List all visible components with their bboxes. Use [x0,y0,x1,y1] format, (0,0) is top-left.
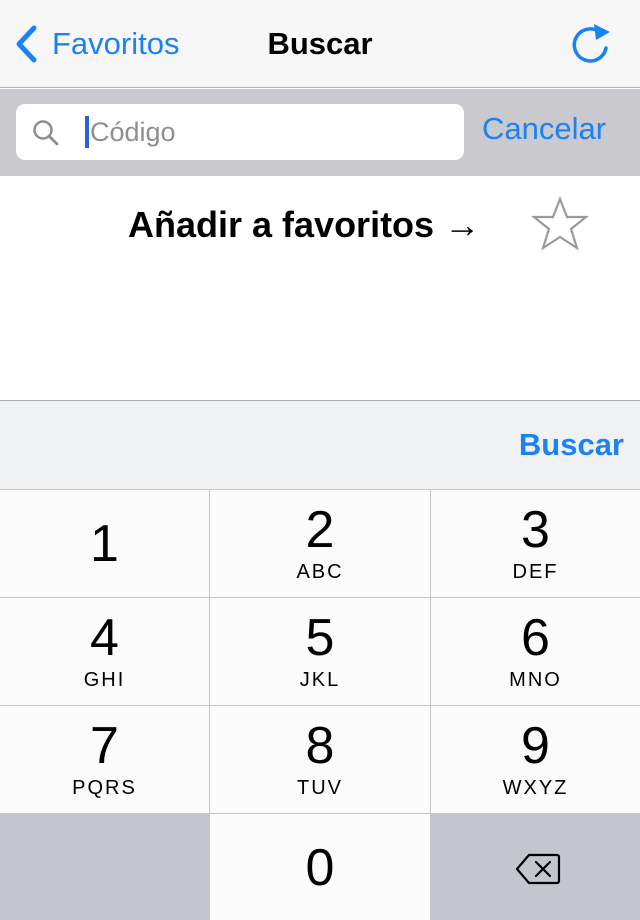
add-to-favorites-hint: Añadir a favoritos → [128,204,481,245]
key-digit: 7 [90,717,119,775]
numeric-keyboard: Buscar 1 2 ABC 3 DEF 4 GHI 5 JKL 6 MNO 7 [0,400,640,920]
star-outline-icon[interactable] [530,196,590,252]
backspace-icon [515,853,561,885]
key-digit: 8 [305,717,335,775]
chevron-left-icon [16,25,37,63]
key-4[interactable]: 4 GHI [0,598,210,706]
keypad: 1 2 ABC 3 DEF 4 GHI 5 JKL 6 MNO 7 PQRS 8 [0,489,640,920]
key-letters: GHI [83,669,126,691]
refresh-icon[interactable] [566,18,614,68]
key-8[interactable]: 8 TUV [210,706,431,814]
key-digit: 6 [521,609,550,667]
navigation-bar: Favoritos Buscar [0,0,640,88]
key-6[interactable]: 6 MNO [431,598,640,706]
key-letters: DEF [512,561,559,583]
results-area: Añadir a favoritos → [0,176,640,400]
key-digit: 1 [90,515,119,573]
key-letters: TUV [297,777,343,799]
key-digit: 4 [90,609,119,667]
key-letters: PQRS [72,777,137,799]
cancel-button[interactable]: Cancelar [482,109,606,149]
text-cursor [85,116,89,148]
search-icon [33,120,59,146]
search-bar: Cancelar [0,89,640,176]
key-letters: WXYZ [502,777,569,799]
key-2[interactable]: 2 ABC [210,490,431,598]
keyboard-search-button[interactable]: Buscar [519,425,624,465]
key-9[interactable]: 9 WXYZ [431,706,640,814]
key-digit: 9 [521,717,550,775]
key-letters: JKL [299,669,341,691]
key-digit: 5 [305,609,335,667]
search-input[interactable] [90,112,450,152]
key-digit: 3 [521,501,550,559]
key-7[interactable]: 7 PQRS [0,706,210,814]
key-blank [0,814,210,920]
key-digit: 2 [305,501,335,559]
key-digit: 0 [305,839,335,897]
search-field[interactable] [16,104,464,160]
back-button-label: Favoritos [52,26,180,61]
key-3[interactable]: 3 DEF [431,490,640,598]
key-0[interactable]: 0 [210,814,431,920]
back-button[interactable]: Favoritos [14,24,179,64]
delete-key[interactable] [431,814,640,920]
key-letters: ABC [296,561,344,583]
keyboard-toolbar: Buscar [0,401,640,489]
key-5[interactable]: 5 JKL [210,598,431,706]
key-1[interactable]: 1 [0,490,210,598]
key-letters: MNO [509,669,562,691]
